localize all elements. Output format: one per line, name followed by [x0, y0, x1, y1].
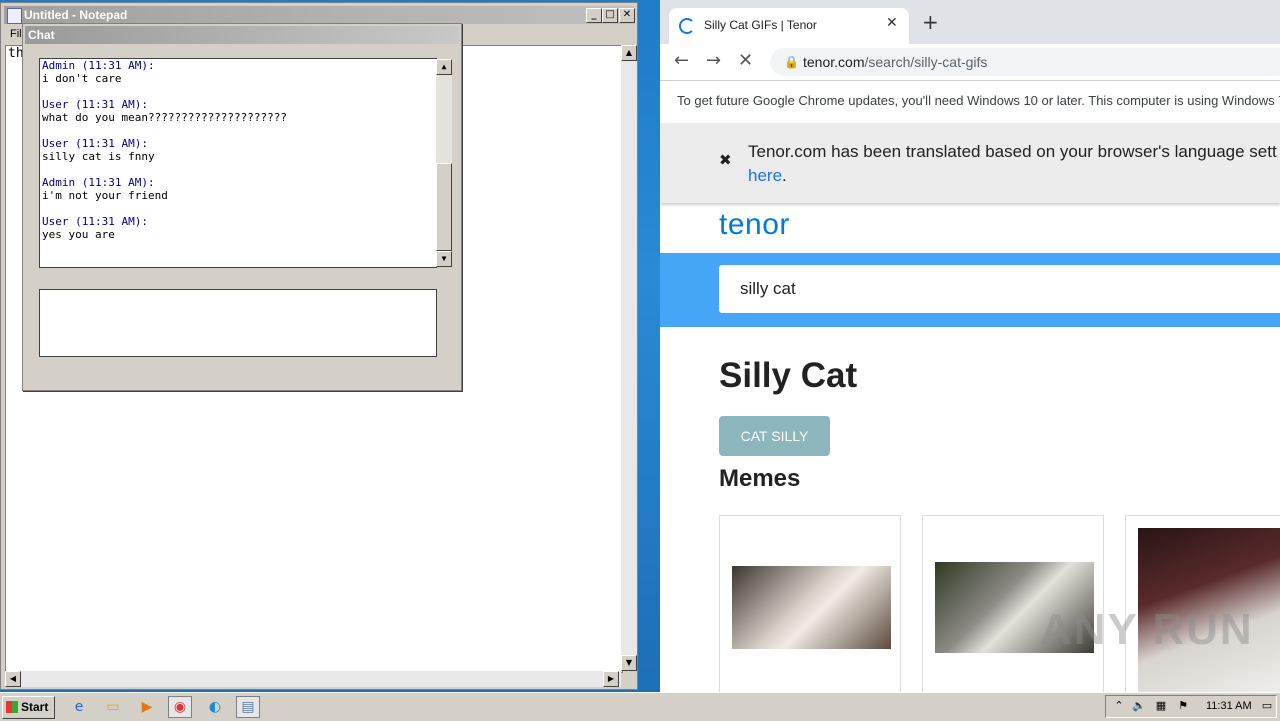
message-sender: User (11:31 AM): [42, 137, 148, 150]
close-button[interactable]: ✕ [619, 8, 635, 23]
notepad-taskbar-icon[interactable]: ▤ [236, 696, 260, 718]
section-heading: Memes [719, 465, 801, 492]
edge-icon[interactable]: ◐ [204, 697, 226, 717]
gif-card[interactable] [719, 515, 901, 692]
internet-explorer-icon[interactable]: e [68, 697, 90, 717]
chat-scrollbar[interactable]: ▲ ▼ [436, 59, 452, 267]
chat-log[interactable]: Admin (11:31 AM): i don't care User (11:… [39, 58, 452, 268]
chat-message: Admin (11:31 AM): i don't care [42, 59, 155, 85]
address-bar[interactable]: 🔒 tenor.com/search/silly-cat-gifs [770, 48, 1280, 76]
message-text: what do you mean????????????????????? [42, 111, 288, 124]
start-label: Start [21, 700, 49, 714]
message-text: silly cat is fnny [42, 150, 155, 163]
url-path: /search/silly-cat-gifs [864, 54, 988, 70]
show-hidden-icons-icon[interactable]: ⌃ [1108, 696, 1130, 716]
lock-icon: 🔒 [784, 55, 799, 69]
chat-input-field[interactable] [39, 289, 437, 357]
message-text: yes you are [42, 228, 115, 241]
message-sender: User (11:31 AM): [42, 215, 148, 228]
notepad-icon [7, 8, 22, 24]
scroll-down-arrow-icon[interactable]: ▼ [436, 251, 452, 267]
volume-icon[interactable]: 🔈 [1128, 696, 1150, 716]
notepad-title: Untitled - Notepad [24, 8, 128, 22]
search-band: silly cat [660, 253, 1280, 327]
tag-button-cat-silly[interactable]: CAT SILLY [719, 416, 830, 456]
file-explorer-icon[interactable]: ▭ [102, 697, 124, 717]
translation-period: . [782, 166, 787, 185]
chrome-icon[interactable]: ◉ [168, 696, 192, 718]
chat-title: Chat [28, 28, 55, 42]
maximize-button[interactable]: □ [602, 8, 618, 23]
tab-strip: Silly Cat GIFs | Tenor ✕ + [660, 0, 1280, 44]
url-host: tenor.com [803, 54, 865, 70]
chrome-window: Silly Cat GIFs | Tenor ✕ + ← → ✕ 🔒 tenor… [660, 0, 1280, 692]
chat-titlebar[interactable]: Chat [25, 26, 459, 44]
search-value: silly cat [740, 279, 796, 298]
chat-window: Chat Admin (11:31 AM): i don't care User… [22, 23, 462, 391]
scroll-thumb[interactable] [436, 163, 452, 251]
message-sender: Admin (11:31 AM): [42, 176, 155, 189]
browser-tab[interactable]: Silly Cat GIFs | Tenor ✕ [669, 8, 909, 44]
message-sender: User (11:31 AM): [42, 98, 148, 111]
windows-logo-icon [6, 701, 18, 713]
cat-gif-image[interactable] [732, 566, 891, 649]
scroll-right-arrow-icon[interactable]: ▶ [603, 671, 619, 687]
message-sender: Admin (11:31 AM): [42, 59, 155, 72]
scroll-left-arrow-icon[interactable]: ◀ [5, 671, 21, 687]
tenor-logo[interactable]: tenor [719, 208, 790, 242]
taskbar: Start e ▭ ▶ ◉ ◐ ▤ ⌃ 🔈 ▦ ⚑ 11:31 AM ▭ [0, 692, 1280, 721]
update-infobar: To get future Google Chrome updates, you… [660, 80, 1280, 124]
scroll-up-arrow-icon[interactable]: ▲ [621, 45, 637, 61]
close-icon[interactable]: ✖ [719, 151, 732, 169]
chat-message: Admin (11:31 AM): i'm not your friend [42, 176, 168, 202]
scroll-up-arrow-icon[interactable]: ▲ [436, 59, 452, 75]
notepad-horizontal-scrollbar[interactable]: ◀ ▶ [5, 671, 621, 687]
gif-card[interactable] [922, 515, 1104, 692]
system-tray: ⌃ 🔈 ▦ ⚑ 11:31 AM ▭ [1105, 695, 1277, 718]
loading-spinner-icon [679, 18, 695, 34]
translation-message: Tenor.com has been translated based on y… [748, 142, 1277, 161]
close-tab-icon[interactable]: ✕ [886, 15, 898, 31]
notepad-titlebar[interactable]: Untitled - Notepad _ □ ✕ [4, 6, 635, 24]
search-input[interactable]: silly cat [719, 265, 1280, 313]
action-center-flag-icon[interactable]: ⚑ [1172, 696, 1194, 716]
translation-banner: ✖ Tenor.com has been translated based on… [660, 123, 1280, 203]
watermark: ANY RUN [1040, 605, 1254, 654]
minimize-button[interactable]: _ [586, 8, 602, 23]
new-tab-button[interactable]: + [922, 12, 939, 32]
url-text: tenor.com/search/silly-cat-gifs [803, 54, 987, 70]
chat-message: User (11:31 AM): what do you mean???????… [42, 98, 287, 124]
start-button[interactable]: Start [2, 696, 55, 719]
message-text: i'm not your friend [42, 189, 168, 202]
stop-loading-icon[interactable]: ✕ [738, 51, 753, 71]
tab-title: Silly Cat GIFs | Tenor [704, 18, 817, 32]
show-desktop-icon[interactable]: ▭ [1256, 696, 1278, 716]
network-icon[interactable]: ▦ [1150, 696, 1172, 716]
page-title: Silly Cat [719, 356, 858, 395]
clock[interactable]: 11:31 AM [1206, 700, 1252, 712]
scroll-down-arrow-icon[interactable]: ▼ [621, 655, 637, 671]
back-arrow-icon[interactable]: ← [674, 51, 689, 71]
translation-link[interactable]: here [748, 164, 782, 188]
message-text: i don't care [42, 72, 122, 85]
notepad-vertical-scrollbar[interactable]: ▲ ▼ [621, 45, 637, 671]
chat-message: User (11:31 AM): yes you are [42, 215, 148, 241]
forward-arrow-icon[interactable]: → [706, 51, 721, 71]
menu-file[interactable]: Fil [10, 28, 22, 40]
chat-message: User (11:31 AM): silly cat is fnny [42, 137, 155, 163]
infobar-text: To get future Google Chrome updates, you… [677, 93, 1280, 108]
gif-card[interactable] [1125, 515, 1280, 692]
media-player-icon[interactable]: ▶ [136, 697, 158, 717]
browser-toolbar: ← → ✕ 🔒 tenor.com/search/silly-cat-gifs [660, 44, 1280, 80]
